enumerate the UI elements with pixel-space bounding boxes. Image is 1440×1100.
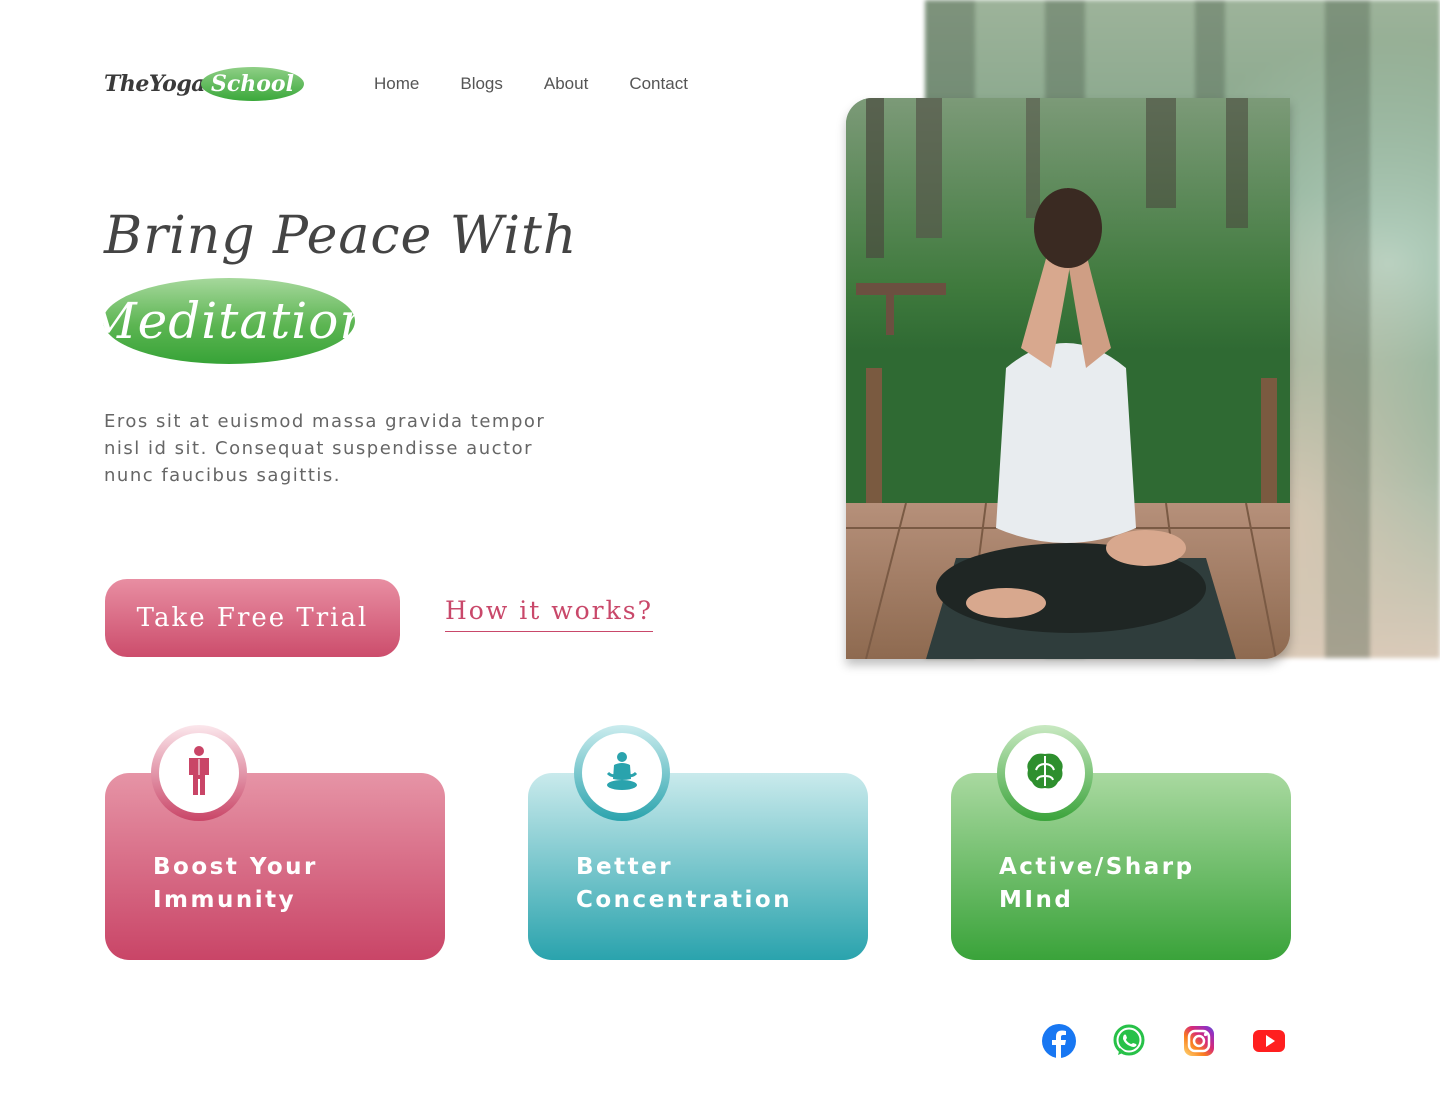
nav-blogs[interactable]: Blogs: [460, 74, 503, 94]
feature-card-immunity[interactable]: Boost Your Immunity: [105, 725, 445, 960]
feature-card-concentration[interactable]: Better Concentration: [528, 725, 868, 960]
hero-title: Bring Peace With: [104, 206, 578, 266]
feature-title: Active/Sharp MInd: [999, 854, 1195, 913]
how-it-works-link[interactable]: How it works?: [445, 596, 653, 632]
hero-highlight-badge: Meditation: [85, 278, 372, 364]
meditation-icon: [604, 751, 640, 795]
human-body-icon: [183, 745, 215, 801]
nav-home[interactable]: Home: [374, 74, 419, 94]
logo-text-primary: TheYoga: [104, 71, 205, 97]
logo-text-highlight: School: [200, 67, 304, 101]
feature-title: Better Concentration: [576, 854, 793, 913]
logo[interactable]: TheYoga School: [104, 64, 304, 104]
feature-badge: [151, 725, 247, 821]
hero-highlight-text: Meditation: [85, 292, 373, 350]
feature-title: Boost Your Immunity: [153, 854, 318, 913]
nav-contact[interactable]: Contact: [629, 74, 688, 94]
take-free-trial-button[interactable]: Take Free Trial: [105, 579, 400, 657]
hero-image: [846, 98, 1290, 659]
hero-description: Eros sit at euismod massa gravida tempor…: [104, 411, 546, 486]
feature-badge: [997, 725, 1093, 821]
instagram-icon[interactable]: [1182, 1024, 1216, 1058]
yoga-pose-illustration: [846, 98, 1290, 659]
feature-card-mind[interactable]: Active/Sharp MInd: [951, 725, 1291, 960]
whatsapp-icon[interactable]: [1112, 1024, 1146, 1058]
youtube-icon[interactable]: [1252, 1024, 1286, 1058]
feature-badge: [574, 725, 670, 821]
facebook-icon[interactable]: [1042, 1024, 1076, 1058]
brain-icon: [1024, 750, 1066, 796]
nav-about[interactable]: About: [544, 74, 588, 94]
main-nav: Home Blogs About Contact: [374, 74, 688, 94]
social-links: [1042, 1024, 1286, 1058]
